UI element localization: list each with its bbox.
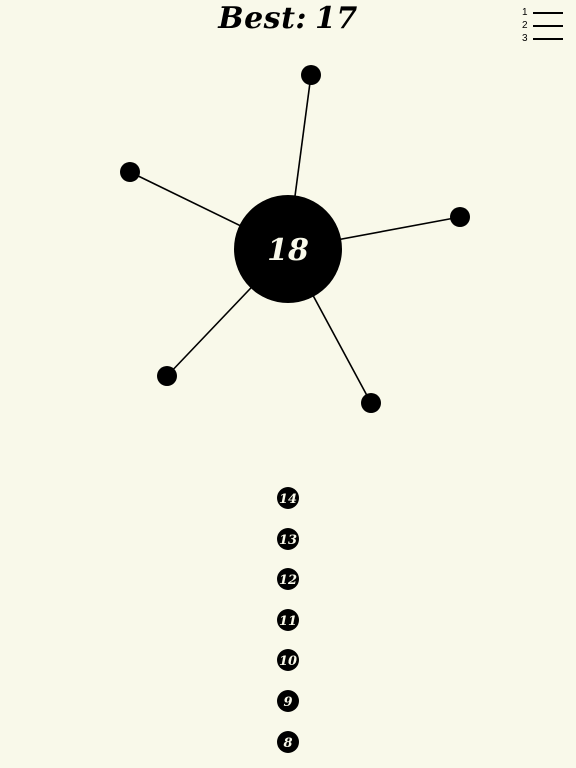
queue-ball[interactable]: 14 <box>277 487 299 509</box>
queue-ball: 10 <box>277 649 299 671</box>
hub-count: 18 <box>267 233 309 268</box>
queue-ball-number: 12 <box>279 573 297 588</box>
queue-ball: 13 <box>277 528 299 550</box>
pin-ball <box>120 162 140 182</box>
queue-ball-number: 10 <box>279 654 297 669</box>
queue-ball: 9 <box>277 690 299 712</box>
hub: 18 <box>234 195 342 303</box>
pin-ball <box>361 393 381 413</box>
queue-ball: 11 <box>277 609 299 631</box>
queue-ball-number: 13 <box>279 533 297 548</box>
queue-ball-number: 8 <box>283 736 292 751</box>
game-board[interactable]: 18 14 13 12 11 10 9 8 <box>0 0 576 768</box>
queue-ball-number: 11 <box>279 614 297 629</box>
ball-queue[interactable]: 14 13 12 11 10 9 8 <box>277 487 299 753</box>
queue-ball: 8 <box>277 731 299 753</box>
queue-ball-number: 9 <box>283 695 292 710</box>
pin-ball <box>157 366 177 386</box>
pin-ball <box>301 65 321 85</box>
queue-ball: 12 <box>277 568 299 590</box>
pin-ball <box>450 207 470 227</box>
queue-ball-number: 14 <box>279 492 297 507</box>
